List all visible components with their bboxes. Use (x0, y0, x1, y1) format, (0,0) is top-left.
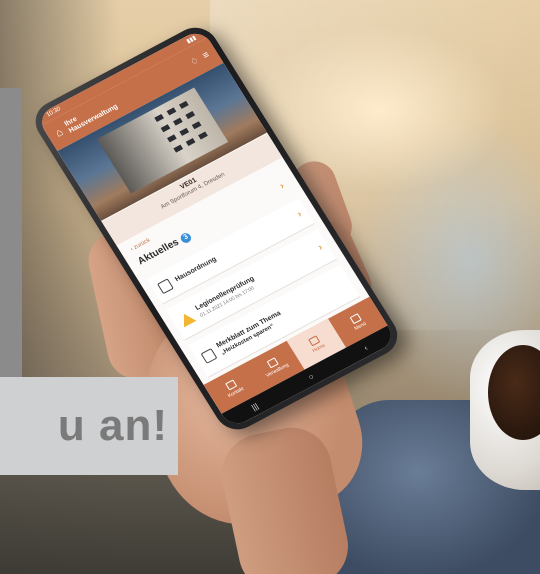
chevron-right-icon: › (295, 208, 305, 220)
back-icon[interactable]: ‹ (362, 343, 369, 352)
back-label: zurück (132, 237, 152, 251)
notification-badge: 3 (178, 230, 194, 244)
document-icon (200, 347, 218, 364)
chevron-right-icon: › (315, 241, 325, 253)
banner: u an! (0, 377, 178, 475)
menu-icon[interactable]: ≡ (200, 49, 211, 61)
gray-side-bar (0, 88, 22, 388)
photo-background: 10:30 ▮▮▮ ⌂ Ihre Hausverwaltung ♢ ≡ VE01… (0, 0, 540, 574)
bell-icon[interactable]: ♢ (188, 55, 201, 68)
house-icon[interactable]: ⌂ (53, 126, 65, 139)
recent-apps-icon[interactable]: ||| (250, 401, 260, 412)
home-circle-icon[interactable]: ○ (306, 372, 315, 382)
banner-text: u an! (57, 401, 168, 450)
warning-icon (177, 310, 197, 327)
calendar-icon (156, 277, 174, 294)
item-title: Hausordnung (173, 255, 218, 283)
chevron-right-icon[interactable]: › (278, 181, 287, 192)
